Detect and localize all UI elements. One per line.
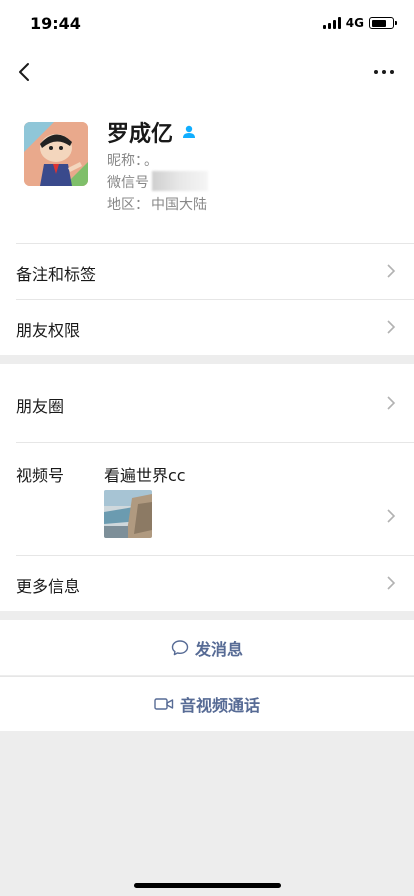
battery-icon [369, 17, 397, 29]
region-label: 地区： [107, 197, 149, 213]
avatar-image [24, 122, 88, 186]
status-time: 19:44 [30, 14, 81, 33]
video-thumbnail-image [104, 490, 152, 538]
divider [0, 676, 414, 677]
moments-item[interactable]: 朋友圈 [0, 364, 414, 442]
status-indicators: 4G [322, 16, 397, 30]
channels-item[interactable]: 视频号 看遍世界cc [0, 442, 414, 555]
chevron-right-icon [387, 396, 396, 410]
more-info-label: 更多信息 [16, 577, 81, 596]
divider [16, 299, 414, 300]
av-call-label: 音视频通话 [179, 695, 260, 715]
avatar[interactable] [24, 122, 88, 186]
nickname-label: 昵称： [107, 153, 142, 169]
friend-permissions-item[interactable]: 朋友权限 [0, 299, 414, 355]
nav-bar [0, 48, 414, 98]
divider [16, 243, 414, 244]
more-info-item[interactable]: 更多信息 [0, 555, 414, 611]
region-line: 地区： 中国大陆 [107, 194, 207, 214]
name-row: 罗成亿 [107, 116, 197, 148]
profile-header: 罗成亿 昵称：。 微信号 地区： 中国大陆 [0, 98, 414, 243]
channels-name: 看遍世界cc [104, 466, 186, 485]
region-value: 中国大陆 [151, 197, 207, 213]
remark-tags-item[interactable]: 备注和标签 [0, 243, 414, 299]
chevron-left-icon [19, 63, 29, 81]
wechat-id-label: 微信号 [107, 175, 149, 191]
chevron-right-icon [387, 264, 396, 278]
divider [16, 442, 414, 443]
channels-thumbnail[interactable] [104, 490, 152, 538]
signal-icon [322, 17, 341, 29]
wechat-id-blurred [152, 171, 208, 191]
send-message-label: 发消息 [194, 639, 243, 659]
more-button[interactable] [370, 58, 398, 86]
more-dots-icon [374, 70, 378, 74]
send-message-button[interactable]: 发消息 [0, 620, 414, 675]
chat-bubble-icon [171, 639, 189, 655]
back-button[interactable] [12, 58, 40, 86]
video-camera-icon [154, 697, 174, 710]
wechat-id-line: 微信号 [107, 172, 149, 192]
channels-label: 视频号 [16, 466, 65, 485]
remark-tags-label: 备注和标签 [16, 265, 97, 284]
chevron-right-icon [387, 576, 396, 590]
av-call-button[interactable]: 音视频通话 [0, 676, 414, 731]
nickname-value: 。 [144, 153, 158, 169]
moments-label: 朋友圈 [16, 397, 65, 416]
contact-name: 罗成亿 [107, 122, 174, 147]
friend-permissions-label: 朋友权限 [16, 321, 81, 340]
nickname-line: 昵称：。 [107, 150, 158, 170]
contact-person-icon [183, 125, 196, 138]
home-indicator [134, 883, 281, 888]
chevron-right-icon [387, 509, 396, 523]
divider [16, 555, 414, 556]
chevron-right-icon [387, 320, 396, 334]
status-bar: 19:44 4G [0, 0, 414, 48]
network-type: 4G [345, 16, 364, 30]
